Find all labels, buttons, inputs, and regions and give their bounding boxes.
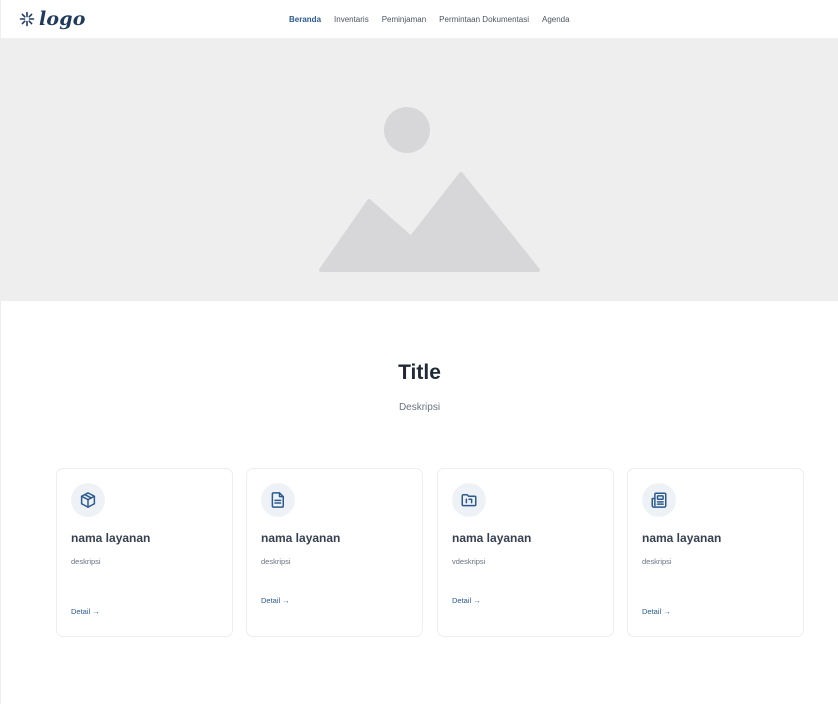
card-description: deskripsi [71, 557, 101, 566]
service-card: nama layanan deskripsi Detail → [246, 468, 423, 637]
logo-text: logo [39, 8, 86, 30]
detail-link[interactable]: Detail → [642, 607, 671, 617]
card-description: deskripsi [261, 557, 291, 566]
section-description: Deskripsi [398, 402, 441, 413]
top-navbar: logo Beranda Inventaris Peminjaman Permi… [1, 0, 838, 39]
nav-item-permintaan-dokumentasi[interactable]: Permintaan Dokumentasi [439, 14, 529, 25]
nav-item-agenda[interactable]: Agenda [542, 14, 570, 25]
service-card: nama layanan vdeskripsi Detail → [437, 468, 614, 637]
nav-item-inventaris[interactable]: Inventaris [334, 14, 369, 25]
detail-link[interactable]: Detail → [261, 596, 290, 606]
card-title: nama layanan [642, 531, 722, 545]
page: logo Beranda Inventaris Peminjaman Permi… [0, 0, 838, 704]
hero-banner [1, 39, 838, 301]
folder-icon [452, 483, 486, 517]
logo-link[interactable]: logo [19, 8, 86, 30]
nav-item-beranda[interactable]: Beranda [289, 14, 321, 25]
box-icon [71, 483, 105, 517]
asterisk-logo-icon [19, 11, 35, 27]
document-icon [261, 483, 295, 517]
card-title: nama layanan [452, 531, 532, 545]
main-nav: Beranda Inventaris Peminjaman Permintaan… [289, 14, 570, 25]
service-card: nama layanan deskripsi Detail → [627, 468, 804, 637]
card-description: vdeskripsi [452, 557, 486, 566]
card-title: nama layanan [261, 531, 341, 545]
service-card: nama layanan deskripsi Detail → [56, 468, 233, 637]
card-title: nama layanan [71, 531, 151, 545]
newspaper-icon [642, 483, 676, 517]
nav-item-peminjaman[interactable]: Peminjaman [382, 14, 426, 25]
detail-link[interactable]: Detail → [452, 596, 481, 606]
detail-link[interactable]: Detail → [71, 607, 100, 617]
card-description: deskripsi [642, 557, 672, 566]
image-placeholder-icon [319, 107, 540, 272]
section-title: Title [398, 361, 441, 384]
